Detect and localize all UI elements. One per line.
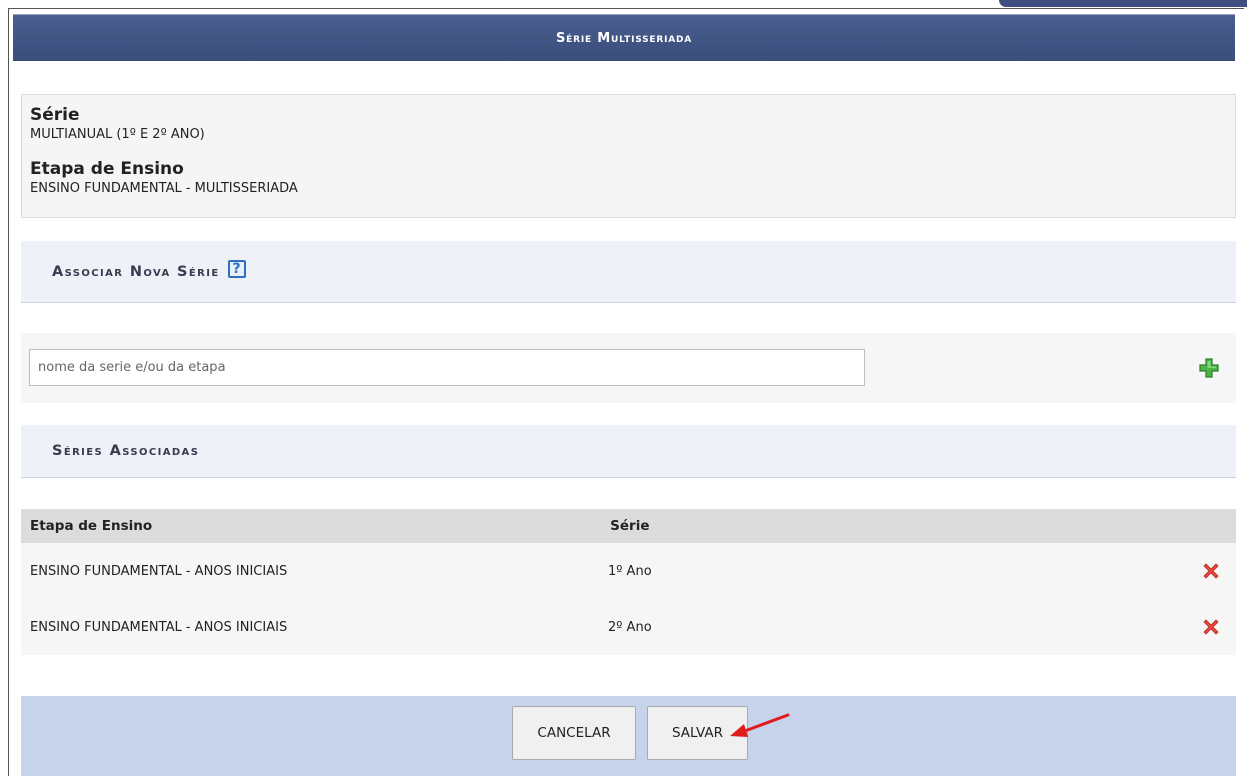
col-header-serie: Série [587, 509, 1178, 543]
row-serie-cell: 2º Ano [587, 599, 1178, 655]
help-icon[interactable]: ? [227, 259, 246, 278]
delete-icon[interactable] [1201, 561, 1221, 581]
top-corner-tab [999, 0, 1247, 7]
table-row: ENSINO FUNDAMENTAL - ANOS INICIAIS 1º An… [21, 543, 1236, 599]
table-row: ENSINO FUNDAMENTAL - ANOS INICIAIS 2º An… [21, 599, 1236, 655]
serie-info-panel: Série MULTIANUAL (1º E 2º ANO) Etapa de … [21, 94, 1236, 218]
page-title: Série Multisseriada [555, 30, 693, 46]
search-row [21, 333, 1236, 403]
row-serie: 2º Ano [608, 619, 652, 635]
row-actions [1178, 543, 1236, 599]
col-header-actions [1178, 509, 1236, 543]
series-table-wrapper: Etapa de Ensino Série ENSINO FUNDAMENTAL… [21, 509, 1236, 655]
row-etapa: ENSINO FUNDAMENTAL - ANOS INICIAIS [30, 619, 288, 635]
cancel-button[interactable]: CANCELAR [512, 706, 636, 760]
table-header-row: Etapa de Ensino Série [21, 509, 1236, 543]
associar-section-title: Associar Nova Série [52, 263, 220, 280]
save-button[interactable]: SALVAR [647, 706, 748, 760]
serie-value: MULTIANUAL (1º E 2º ANO) [30, 127, 205, 142]
row-serie: 1º Ano [608, 563, 652, 579]
serie-label: Série [30, 105, 80, 125]
green-plus-icon[interactable] [1199, 358, 1219, 378]
series-associadas-title: Séries Associadas [52, 443, 200, 459]
series-associadas-header: Séries Associadas [21, 425, 1236, 478]
row-actions [1178, 599, 1236, 655]
series-associadas-table: Etapa de Ensino Série ENSINO FUNDAMENTAL… [21, 509, 1236, 655]
row-serie-cell: 1º Ano [587, 543, 1178, 599]
serie-search-input[interactable] [29, 349, 865, 386]
row-etapa: ENSINO FUNDAMENTAL - ANOS INICIAIS [30, 563, 288, 579]
associar-section-header: Associar Nova Série ? [21, 241, 1236, 303]
etapa-label: Etapa de Ensino [30, 159, 184, 179]
col-header-serie-label: Série [610, 518, 650, 534]
col-header-etapa: Etapa de Ensino [30, 518, 153, 534]
delete-icon[interactable] [1201, 617, 1221, 637]
etapa-value: ENSINO FUNDAMENTAL - MULTISSERIADA [30, 181, 298, 196]
form-footer-bar: CANCELAR SALVAR [21, 696, 1236, 776]
page-title-bar: Série Multisseriada [13, 14, 1235, 61]
